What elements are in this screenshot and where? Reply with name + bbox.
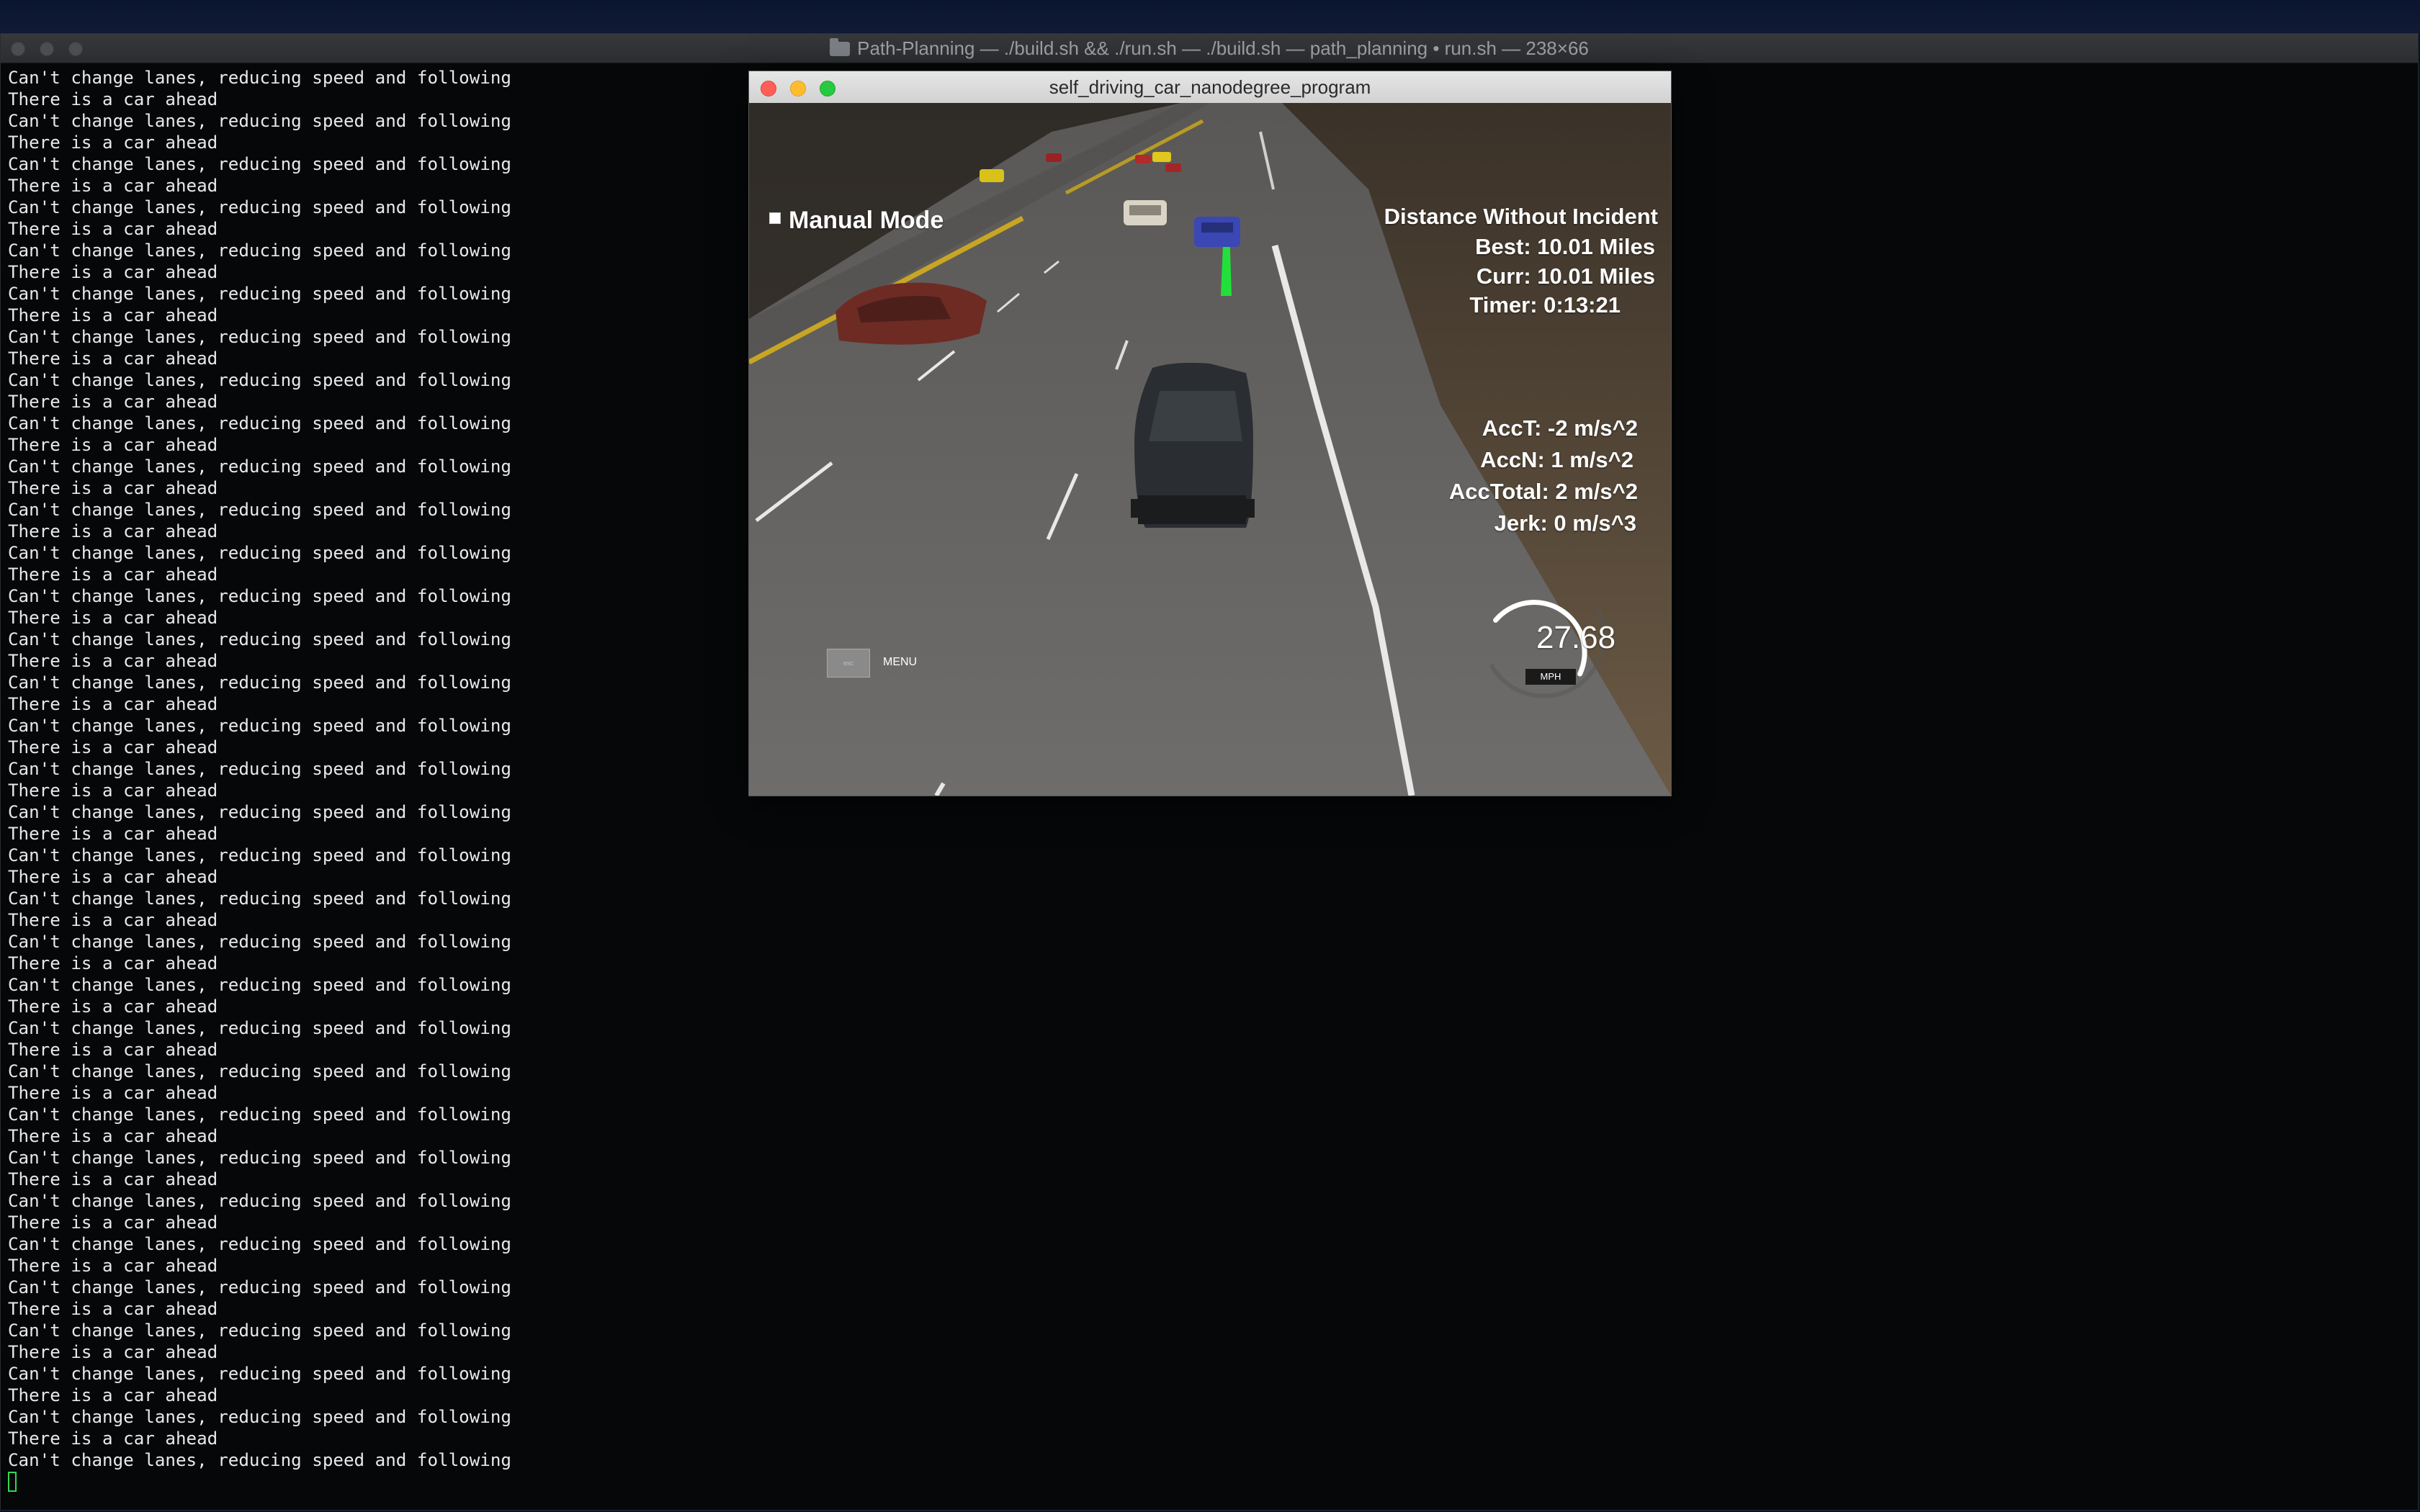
terminal-line: Can't change lanes, reducing speed and f… xyxy=(8,1148,511,1168)
terminal-line: There is a car ahead xyxy=(8,1256,218,1276)
terminal-line: There is a car ahead xyxy=(8,996,218,1017)
terminal-line: There is a car ahead xyxy=(8,1169,218,1189)
acc-t: AccT: -2 m/s^2 xyxy=(1482,415,1638,441)
distance-heading: Distance Without Incident xyxy=(1384,204,1658,229)
terminal-line: Can't change lanes, reducing speed and f… xyxy=(8,1061,511,1081)
current-distance: Curr: 10.01 Miles xyxy=(1476,264,1655,289)
desktop-background xyxy=(0,0,2420,33)
terminal-line: Can't change lanes, reducing speed and f… xyxy=(8,1191,511,1211)
terminal-line: There is a car ahead xyxy=(8,1040,218,1060)
terminal-line: Can't change lanes, reducing speed and f… xyxy=(8,932,511,952)
terminal-line: There is a car ahead xyxy=(8,1342,218,1362)
terminal-line: Can't change lanes, reducing speed and f… xyxy=(8,1450,511,1470)
terminal-line: There is a car ahead xyxy=(8,1212,218,1233)
best-distance: Best: 10.01 Miles xyxy=(1475,234,1655,259)
terminal-line: Can't change lanes, reducing speed and f… xyxy=(8,1104,511,1125)
terminal-line: Can't change lanes, reducing speed and f… xyxy=(8,1320,511,1341)
terminal-line: There is a car ahead xyxy=(8,1126,218,1146)
simulator-titlebar[interactable]: self_driving_car_nanodegree_program xyxy=(749,71,1671,104)
yellow-car-2 xyxy=(1152,152,1171,162)
terminal-line: There is a car ahead xyxy=(8,867,218,887)
distant-red-car-1 xyxy=(1135,155,1151,163)
terminal-line: There is a car ahead xyxy=(8,1299,218,1319)
terminal-line: Can't change lanes, reducing speed and f… xyxy=(8,1364,511,1384)
terminal-line: Can't change lanes, reducing speed and f… xyxy=(8,1234,511,1254)
manual-mode-label: Manual Mode xyxy=(789,207,944,234)
acc-n: AccN: 1 m/s^2 xyxy=(1480,447,1634,472)
terminal-line: Can't change lanes, reducing speed and f… xyxy=(8,845,511,865)
terminal-line: Can't change lanes, reducing speed and f… xyxy=(8,1018,511,1038)
terminal-titlebar[interactable]: Path-Planning — ./build.sh && ./run.sh —… xyxy=(1,34,2418,63)
acc-total: AccTotal: 2 m/s^2 xyxy=(1448,479,1638,504)
speed-unit: MPH xyxy=(1525,669,1576,685)
terminal-line: Can't change lanes, reducing speed and f… xyxy=(8,1407,511,1427)
simulator-window: self_driving_car_nanodegree_program Manu… xyxy=(748,71,1672,796)
terminal-title-text: Path-Planning — ./build.sh && ./run.sh —… xyxy=(857,37,1589,59)
menu-label[interactable]: MENU xyxy=(883,656,917,669)
terminal-line: There is a car ahead xyxy=(8,910,218,930)
simulator-viewport[interactable]: Manual Mode Distance Without Incident Be… xyxy=(749,103,1671,796)
white-car xyxy=(1124,200,1167,225)
terminal-line: There is a car ahead xyxy=(8,1385,218,1405)
terminal-line: Can't change lanes, reducing speed and f… xyxy=(8,1277,511,1297)
distant-red-car-3 xyxy=(1165,163,1181,172)
esc-button[interactable]: esc xyxy=(827,649,870,678)
terminal-cursor xyxy=(8,1472,17,1492)
folder-icon xyxy=(830,38,851,56)
terminal-line: There is a car ahead xyxy=(8,953,218,973)
simulator-title: self_driving_car_nanodegree_program xyxy=(1049,76,1371,98)
speed-value: 27.68 xyxy=(1536,620,1616,655)
terminal-line: There is a car ahead xyxy=(8,1428,218,1449)
timer: Timer: 0:13:21 xyxy=(1469,292,1621,318)
terminal-line: Can't change lanes, reducing speed and f… xyxy=(8,802,511,822)
terminal-line: Can't change lanes, reducing speed and f… xyxy=(8,975,511,995)
terminal-prompt[interactable] xyxy=(8,1471,2418,1493)
terminal-line: Can't change lanes, reducing speed and f… xyxy=(8,888,511,909)
terminal-title: Path-Planning — ./build.sh && ./run.sh —… xyxy=(1,34,2418,63)
distant-red-car-2 xyxy=(1046,153,1062,162)
manual-mode-checkbox[interactable] xyxy=(769,212,781,224)
jerk: Jerk: 0 m/s^3 xyxy=(1494,510,1636,536)
terminal-line: There is a car ahead xyxy=(8,1083,218,1103)
terminal-line: There is a car ahead xyxy=(8,824,218,844)
yellow-car-1 xyxy=(980,169,1004,182)
